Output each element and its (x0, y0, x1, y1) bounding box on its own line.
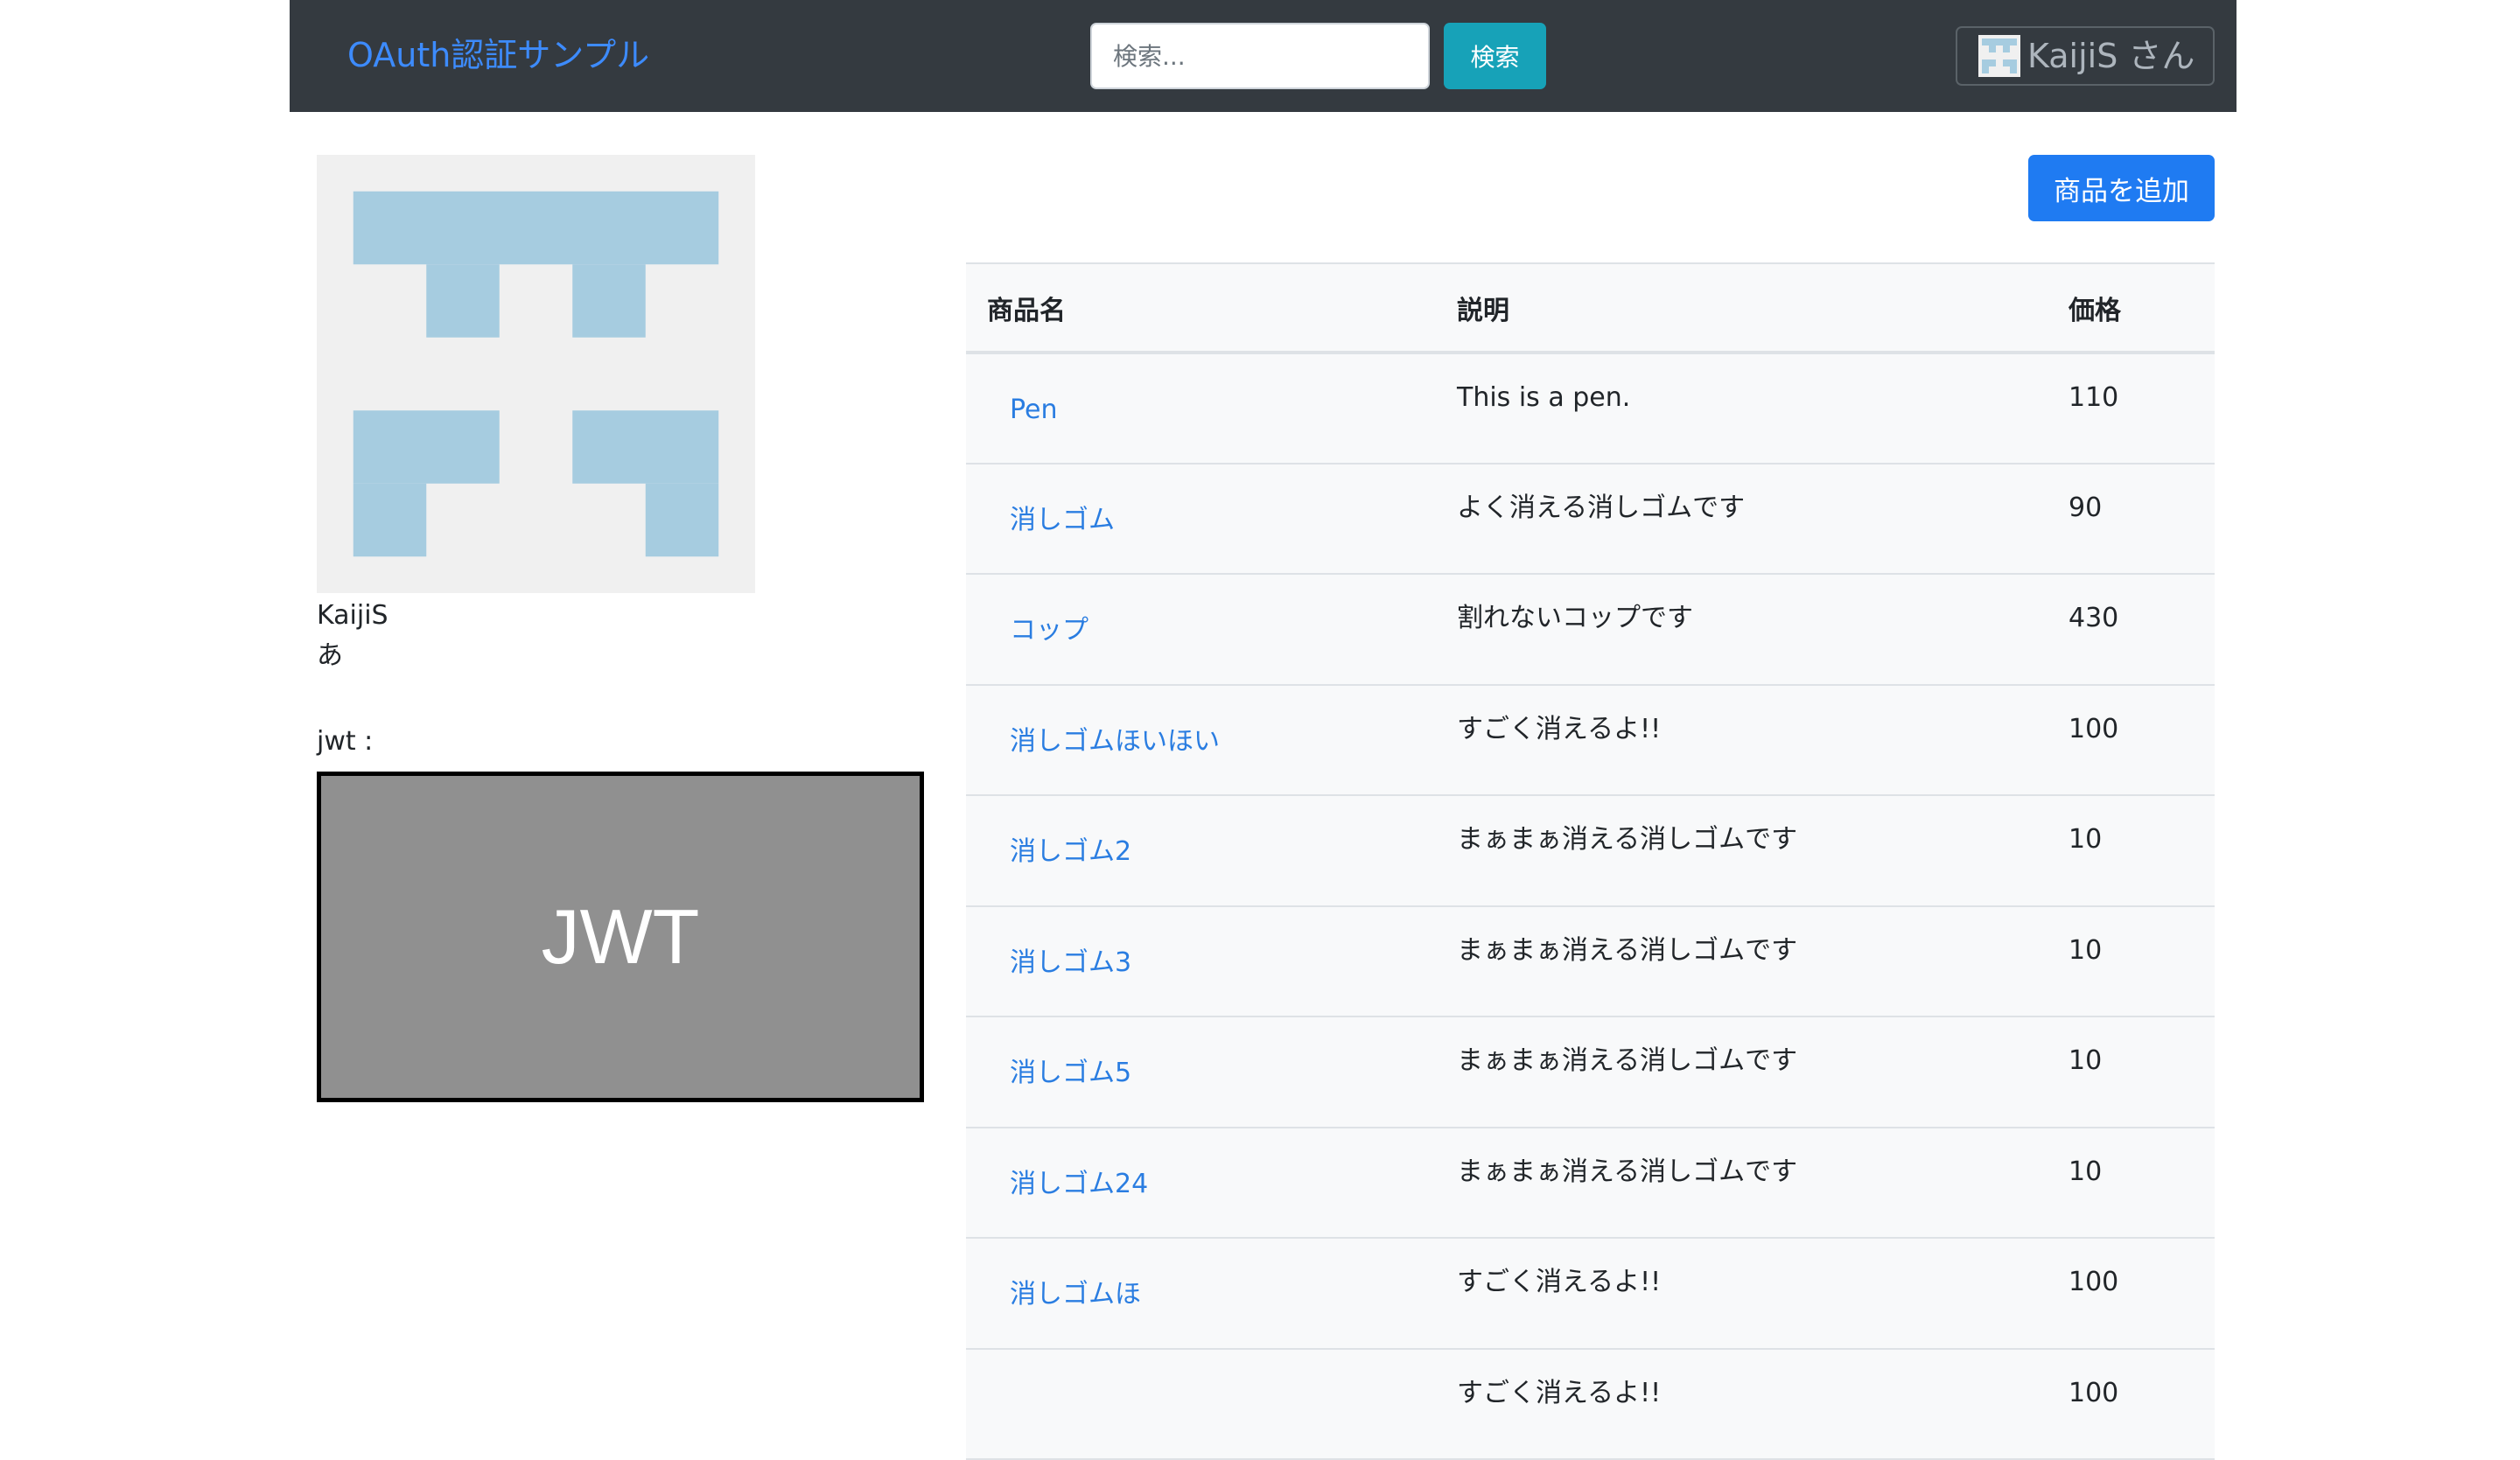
product-link[interactable]: 消しゴムほ (1010, 1279, 1141, 1310)
navbar: OAuth認証サンプル 検索 KaijiS さん (290, 0, 2236, 112)
table-row: 消しゴムほいほい すごく消えるよ!! 100 (966, 684, 2215, 796)
product-link[interactable]: 消しゴム (1010, 505, 1115, 535)
product-link[interactable]: 消しゴム3 (1010, 947, 1131, 978)
product-price: 100 (2048, 1348, 2215, 1460)
product-name-cell: コップ (966, 574, 1436, 686)
product-price: 430 (2048, 574, 2215, 686)
product-description: すごく消えるよ!! (1436, 1238, 2048, 1350)
product-name-cell: 消しゴムほいほい (966, 684, 1436, 796)
column-header-price: 価格 (2048, 262, 2215, 354)
search-input[interactable] (1090, 23, 1430, 89)
product-name-cell: 消しゴム2 (966, 795, 1436, 907)
product-price: 90 (2048, 463, 2215, 575)
table-row: すごく消えるよ!! 100 (966, 1348, 2215, 1460)
profile-username: KaijiS (317, 600, 388, 631)
product-link[interactable]: 消しゴムほいほい (1010, 726, 1220, 757)
table-row: 消しゴム24 まぁまぁ消える消しゴムです 10 (966, 1127, 2215, 1239)
product-name-cell: Pen (966, 353, 1436, 465)
product-price: 10 (2048, 1127, 2215, 1239)
add-product-button[interactable]: 商品を追加 (2028, 155, 2215, 221)
product-description: まぁまぁ消える消しゴムです (1436, 1016, 2048, 1128)
product-price: 110 (2048, 353, 2215, 465)
product-description: This is a pen. (1436, 353, 2048, 465)
product-name-cell: 消しゴムほ (966, 1238, 1436, 1350)
product-link[interactable]: コップ (1010, 615, 1088, 646)
profile-description: あ (317, 640, 343, 671)
column-header-name: 商品名 (966, 262, 1436, 354)
product-name-cell (966, 1348, 1436, 1460)
table-row: コップ 割れないコップです 430 (966, 574, 2215, 686)
product-price: 10 (2048, 1016, 2215, 1128)
jwt-image-text: JWT (541, 893, 700, 980)
table-row: Pen This is a pen. 110 (966, 353, 2215, 465)
table-row: 消しゴム よく消える消しゴムです 90 (966, 463, 2215, 575)
product-name-cell: 消しゴム (966, 463, 1436, 575)
jwt-label: jwt : (317, 726, 374, 757)
product-description: 割れないコップです (1436, 574, 2048, 686)
table-row: 消しゴムほ すごく消えるよ!! 100 (966, 1238, 2215, 1350)
column-header-description: 説明 (1436, 262, 2048, 354)
search-button[interactable]: 検索 (1444, 23, 1546, 89)
products-table: 商品名 説明 価格 Pen This is a pen. 110 消しゴム よく… (966, 262, 2215, 1460)
product-link[interactable]: 消しゴム5 (1010, 1058, 1131, 1088)
user-menu-button[interactable]: KaijiS さん (1956, 26, 2215, 86)
product-name-cell: 消しゴム5 (966, 1016, 1436, 1128)
user-name-label: KaijiS さん (2027, 37, 2195, 75)
product-link[interactable]: 消しゴム24 (1010, 1169, 1148, 1199)
product-price: 10 (2048, 905, 2215, 1017)
product-price: 100 (2048, 684, 2215, 796)
product-description: すごく消えるよ!! (1436, 684, 2048, 796)
product-name-cell: 消しゴム3 (966, 905, 1436, 1017)
product-link[interactable]: Pen (1010, 395, 1058, 425)
jwt-image: JWT (317, 772, 924, 1102)
profile-avatar-image (317, 155, 755, 593)
table-row: 消しゴム2 まぁまぁ消える消しゴムです 10 (966, 795, 2215, 907)
table-header-row: 商品名 説明 価格 (966, 262, 2215, 354)
user-avatar-icon (1978, 35, 2020, 77)
product-name-cell: 消しゴム24 (966, 1127, 1436, 1239)
table-row: 消しゴム3 まぁまぁ消える消しゴムです 10 (966, 905, 2215, 1017)
brand-link[interactable]: OAuth認証サンプル (347, 31, 649, 79)
product-description: まぁまぁ消える消しゴムです (1436, 795, 2048, 907)
product-price: 10 (2048, 795, 2215, 907)
product-price: 100 (2048, 1238, 2215, 1350)
product-description: まぁまぁ消える消しゴムです (1436, 905, 2048, 1017)
product-description: よく消える消しゴムです (1436, 463, 2048, 575)
product-description: まぁまぁ消える消しゴムです (1436, 1127, 2048, 1239)
product-description: すごく消えるよ!! (1436, 1348, 2048, 1460)
table-row: 消しゴム5 まぁまぁ消える消しゴムです 10 (966, 1016, 2215, 1128)
product-link[interactable]: 消しゴム2 (1010, 836, 1131, 867)
